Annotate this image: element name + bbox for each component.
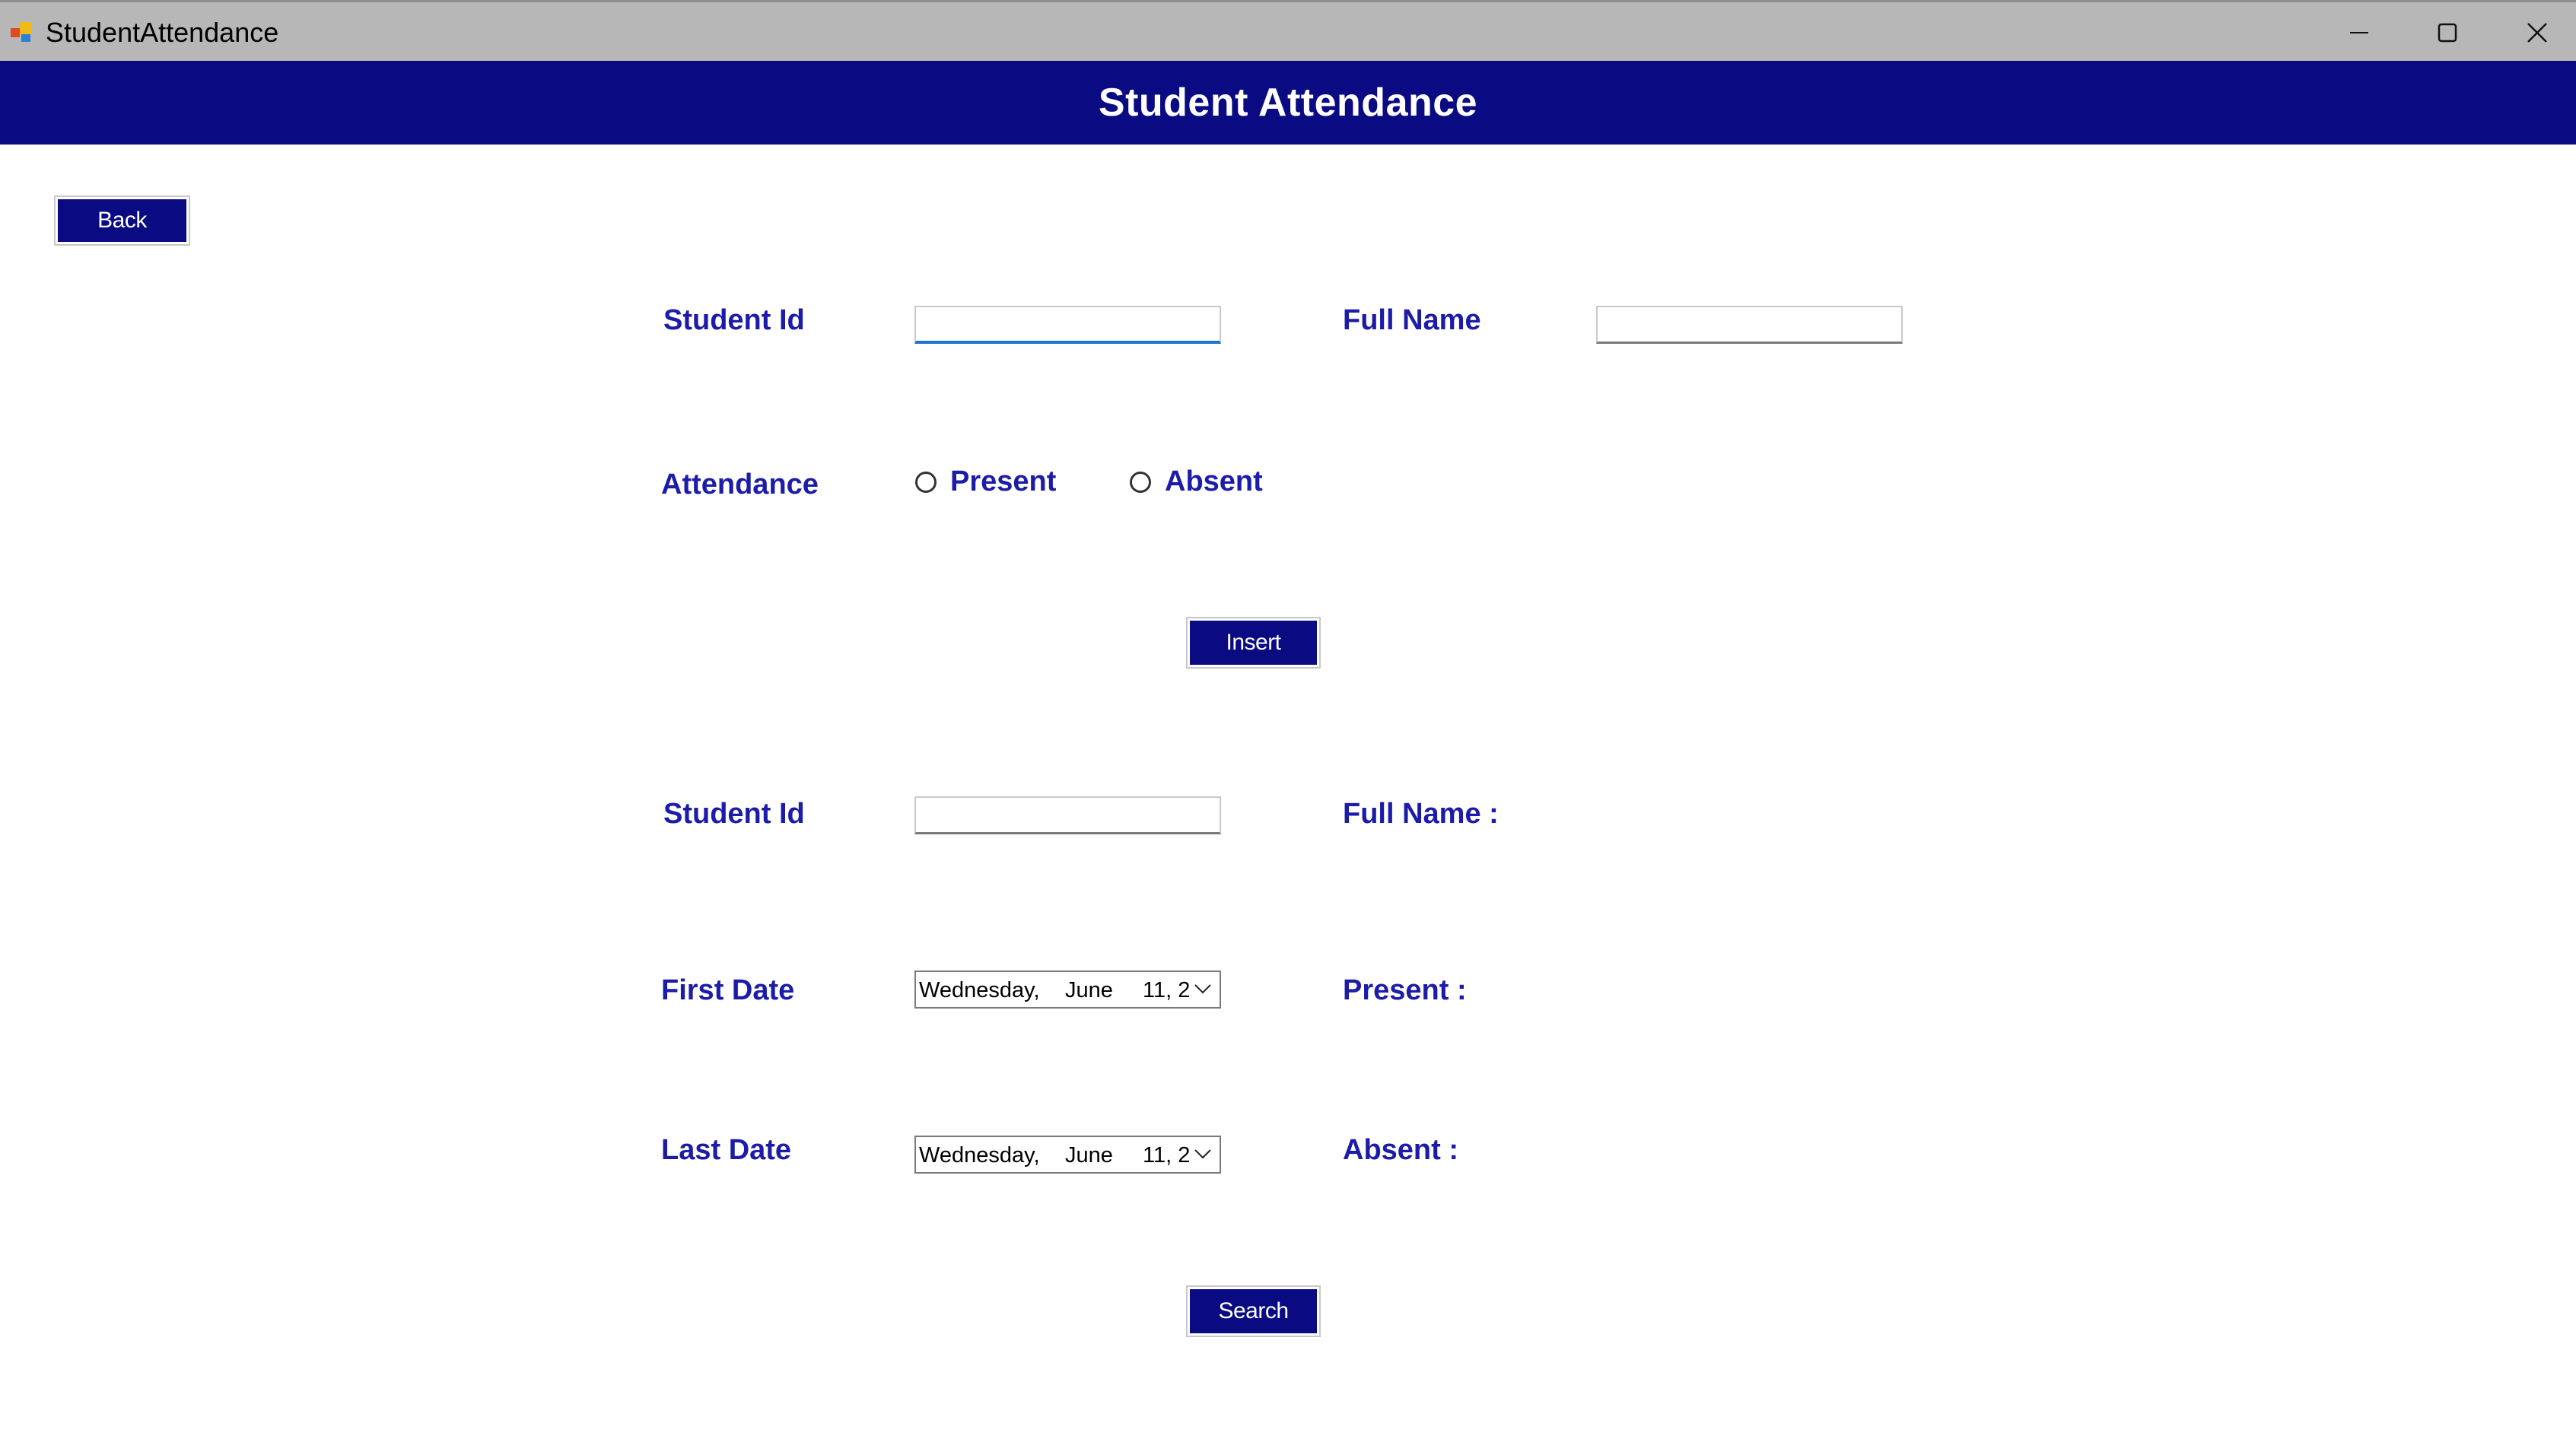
header-banner: Student Attendance [0, 61, 2576, 145]
app-window: StudentAttendance Student Attendance Bac… [0, 0, 2576, 1436]
back-button[interactable]: Back [54, 195, 190, 246]
first-date-month: June [1065, 978, 1113, 1002]
app-icon [11, 21, 33, 43]
last-date-picker[interactable]: Wednesday, June 11, 2 [914, 1136, 1221, 1174]
close-icon [2527, 23, 2547, 43]
result-present-label: Present : [1343, 974, 1467, 1006]
chevron-down-icon[interactable] [1194, 983, 1212, 995]
chevron-down-icon[interactable] [1194, 1148, 1212, 1160]
last-date-day: Wednesday, [919, 1143, 1040, 1168]
first-date-rest: 11, 2 [1143, 978, 1191, 1002]
last-date-rest: 11, 2 [1143, 1143, 1191, 1168]
last-date-label: Last Date [661, 1134, 792, 1166]
last-date-month: June [1065, 1143, 1113, 1168]
absent-radio-label: Absent [1165, 465, 1263, 497]
absent-radio[interactable]: Absent [1130, 465, 1263, 498]
window-title: StudentAttendance [46, 17, 279, 48]
minimize-button[interactable] [2317, 2, 2401, 63]
insert-button[interactable]: Insert [1186, 617, 1321, 669]
result-full-name-label: Full Name : [1343, 798, 1499, 830]
maximize-button[interactable] [2406, 2, 2489, 63]
student-id-label: Student Id [663, 304, 805, 336]
first-date-picker[interactable]: Wednesday, June 11, 2 [914, 971, 1221, 1009]
close-button[interactable] [2495, 2, 2576, 63]
first-date-day: Wednesday, [919, 978, 1040, 1002]
maximize-icon [2438, 23, 2457, 43]
absent-radio-circle[interactable] [1130, 471, 1151, 493]
result-absent-label: Absent : [1343, 1134, 1458, 1166]
page-title: Student Attendance [1098, 81, 1478, 125]
student-id-input[interactable] [914, 306, 1221, 344]
attendance-label: Attendance [661, 469, 819, 500]
present-radio-circle[interactable] [915, 471, 937, 493]
full-name-input[interactable] [1596, 306, 1903, 344]
first-date-label: First Date [661, 974, 795, 1006]
title-bar: StudentAttendance [0, 0, 2576, 61]
search-button[interactable]: Search [1186, 1285, 1321, 1337]
full-name-label: Full Name [1343, 304, 1481, 336]
minimize-icon [2350, 32, 2368, 33]
search-student-id-input[interactable] [914, 796, 1221, 834]
search-student-id-label: Student Id [663, 798, 805, 830]
present-radio-label: Present [950, 465, 1057, 497]
present-radio[interactable]: Present [915, 465, 1056, 498]
